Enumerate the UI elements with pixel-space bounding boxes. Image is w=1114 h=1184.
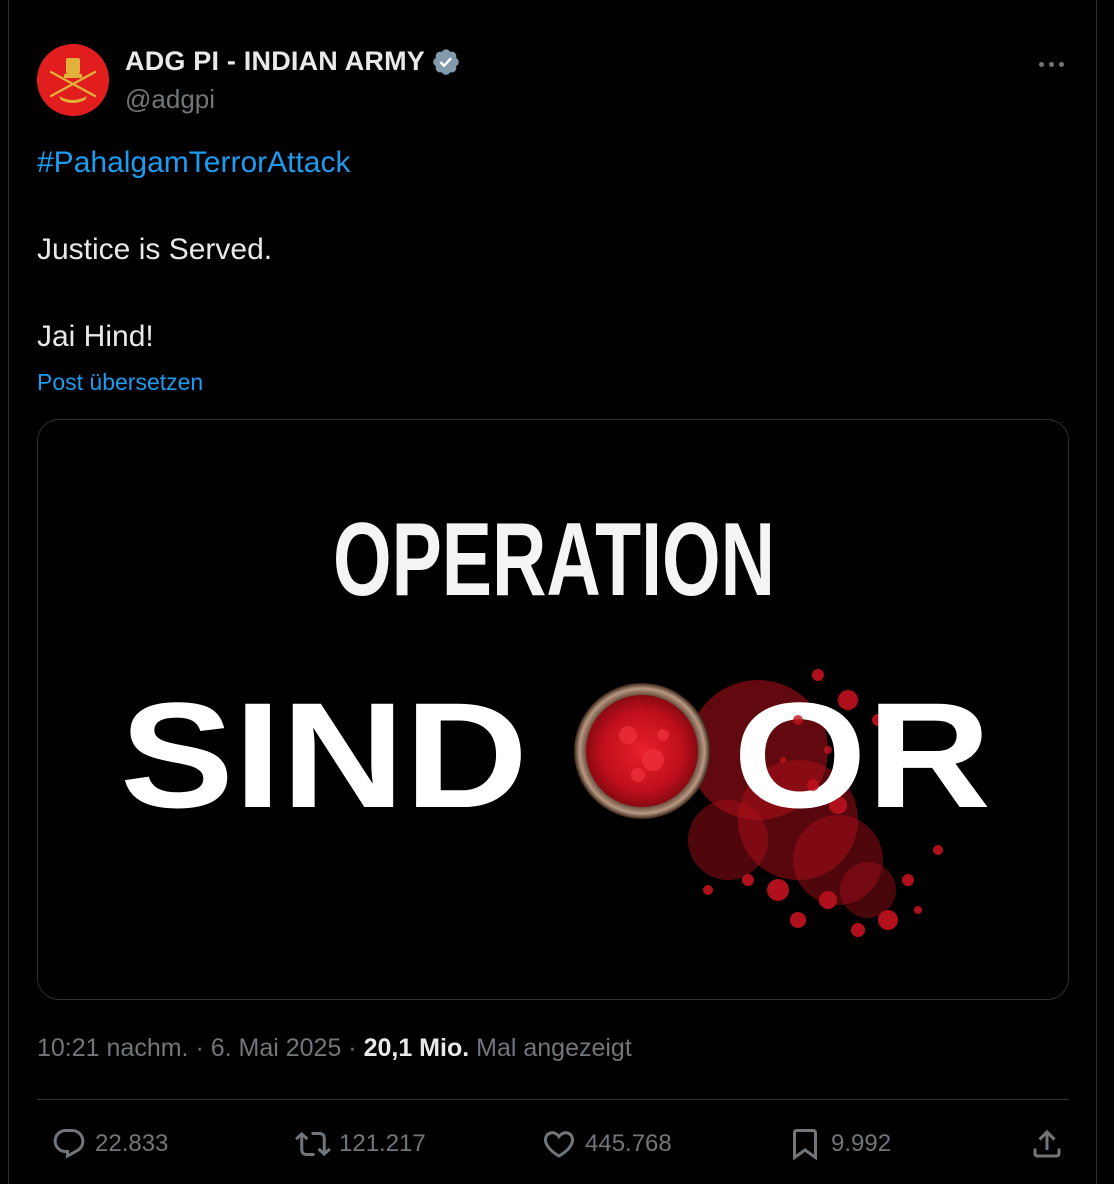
share-button[interactable] [1029, 1118, 1073, 1170]
translate-post-link[interactable]: Post übersetzen [37, 369, 203, 396]
post-text-line: Jai Hind! [37, 320, 154, 353]
post-text-line: Justice is Served. [37, 233, 273, 266]
reply-count: 22.833 [95, 1130, 169, 1157]
share-icon [1033, 1129, 1061, 1158]
reply-button[interactable]: 22.833 [51, 1118, 168, 1170]
author-name[interactable]: ADG PI - INDIAN ARMY [125, 46, 425, 77]
bookmark-button[interactable]: 9.992 [787, 1118, 891, 1170]
sindoor-title-right: OR [733, 671, 991, 839]
divider [37, 1099, 1069, 1100]
author-handle[interactable]: @adgpi [125, 84, 215, 115]
author-name-row: ADG PI - INDIAN ARMY [125, 46, 461, 77]
action-bar: 22.833 121.217 445.768 9.992 [37, 1118, 1069, 1170]
heart-icon [543, 1131, 575, 1158]
repost-count: 121.217 [339, 1130, 426, 1157]
post-meta: 10:21 nachm. · 6. Mai 2025 · 20,1 Mio. M… [37, 1034, 632, 1063]
repost-button[interactable]: 121.217 [295, 1118, 426, 1170]
avatar[interactable] [37, 44, 109, 116]
verified-badge-icon[interactable] [431, 47, 461, 77]
views-label: Mal angezeigt [476, 1034, 632, 1062]
tweet-card: ADG PI - INDIAN ARMY @adgpi #PahalgamTer… [8, 0, 1097, 1184]
bookmark-count: 9.992 [831, 1130, 892, 1157]
like-button[interactable]: 445.768 [541, 1118, 672, 1170]
post-time[interactable]: 10:21 nachm. [37, 1034, 189, 1062]
hashtag-link[interactable]: #PahalgamTerrorAttack [37, 146, 350, 180]
bookmark-icon [793, 1129, 817, 1161]
post-date[interactable]: 6. Mai 2025 [211, 1034, 342, 1062]
more-options-icon[interactable] [1029, 52, 1073, 76]
post-image[interactable]: OPERATION SIND OR [37, 419, 1069, 1000]
operation-sindoor-graphic: OPERATION SIND OR [38, 420, 1068, 999]
views-count: 20,1 Mio. [363, 1034, 470, 1062]
sindoor-title-left: SIND [120, 671, 528, 839]
army-emblem-icon [37, 44, 109, 116]
operation-title: OPERATION [333, 502, 775, 618]
meta-separator: · [341, 1034, 364, 1062]
repost-icon [295, 1131, 331, 1157]
reply-icon [53, 1129, 85, 1159]
like-count: 445.768 [585, 1130, 672, 1157]
meta-separator: · [188, 1034, 211, 1062]
